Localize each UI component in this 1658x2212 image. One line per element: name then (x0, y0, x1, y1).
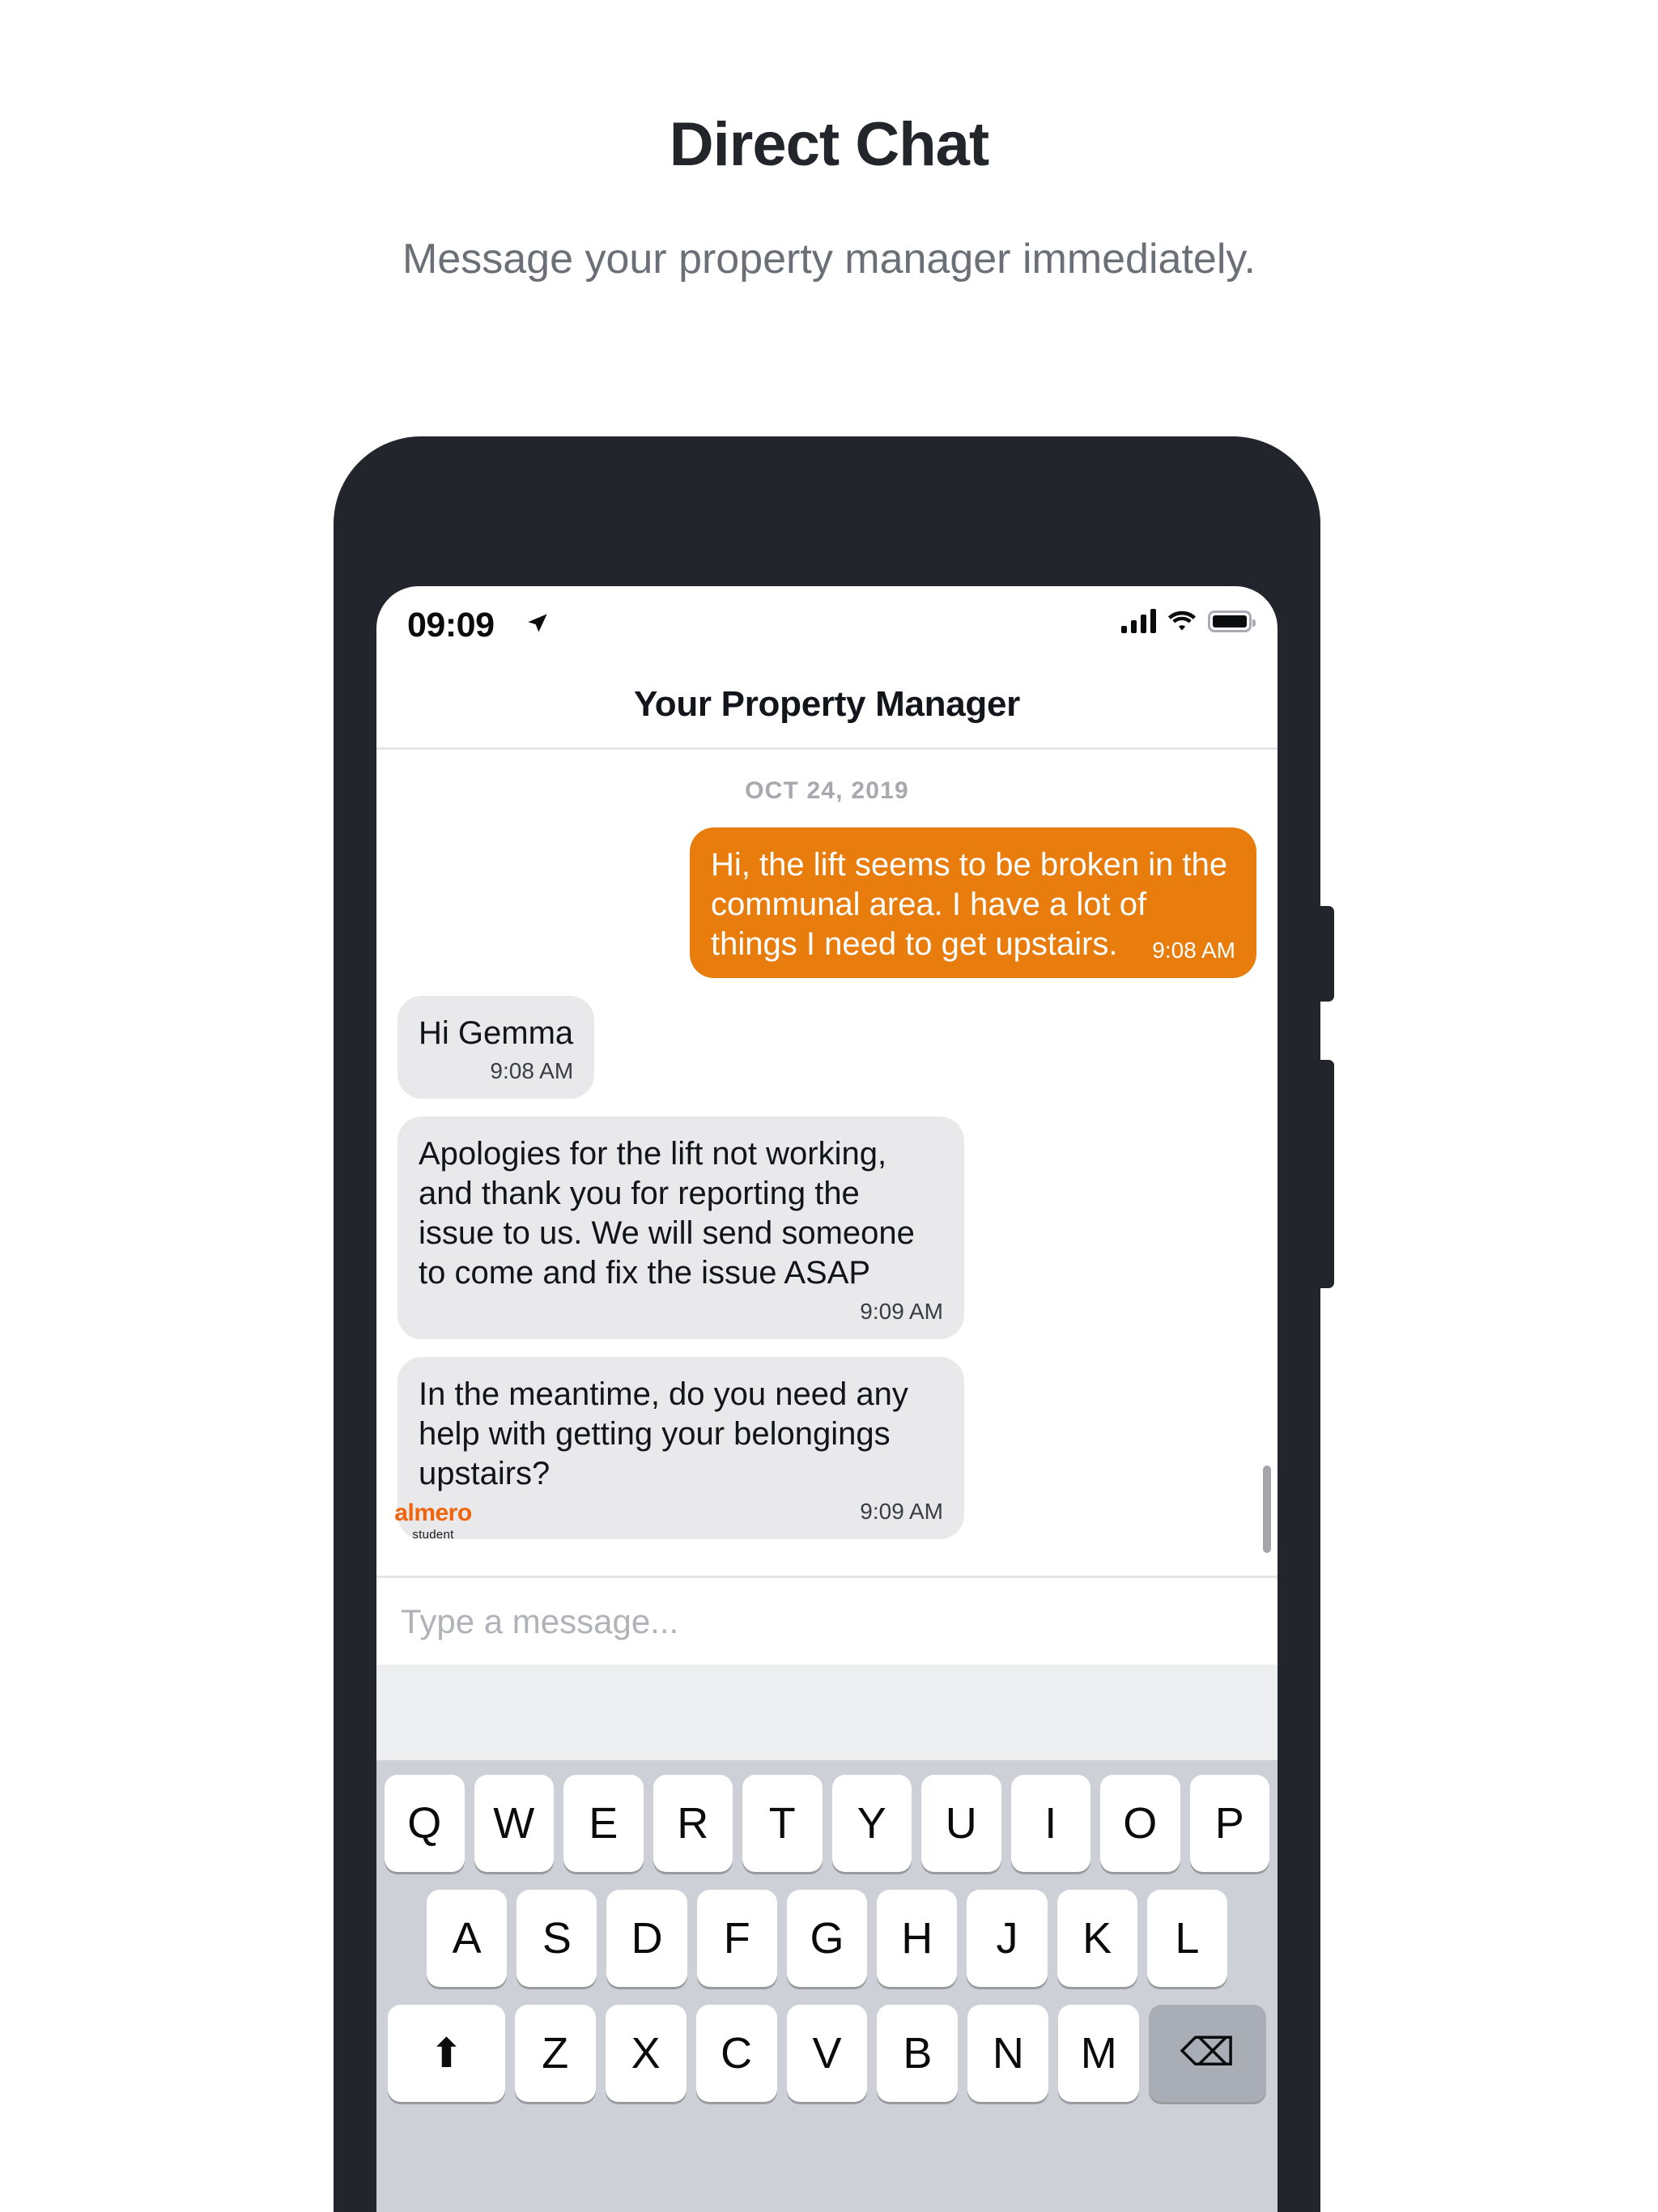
key-g[interactable]: G (786, 1890, 868, 1987)
keyboard-row-middle: A S D F G H J K L (385, 1890, 1269, 1987)
key-s[interactable]: S (517, 1890, 597, 1987)
cellular-signal-icon (1121, 609, 1156, 633)
key-v[interactable]: V (786, 2005, 868, 2102)
phone-power-button[interactable] (1320, 1060, 1334, 1288)
key-n[interactable]: N (967, 2005, 1049, 2102)
key-e[interactable]: E (563, 1775, 644, 1872)
phone-frame: 09:09 Your Property Manager OCT 24, 2019… (334, 436, 1334, 2212)
message-composer[interactable]: Type a message... (376, 1576, 1278, 1665)
backspace-icon: ⌫ (1180, 2031, 1235, 2074)
key-i[interactable]: I (1010, 1775, 1090, 1872)
conversation-list[interactable]: OCT 24, 2019 Hi, the lift seems to be br… (376, 750, 1278, 1576)
key-t[interactable]: T (742, 1775, 823, 1872)
message-input-placeholder[interactable]: Type a message... (401, 1602, 678, 1641)
message-bubble-incoming[interactable]: Apologies for the lift not working, and … (397, 1116, 964, 1339)
message-bubble-incoming[interactable]: Hi Gemma 9:08 AM (397, 995, 595, 1099)
key-m[interactable]: M (1058, 2005, 1140, 2102)
conversation-scrollbar[interactable] (1263, 1465, 1271, 1553)
message-row: In the meantime, do you need any help wi… (397, 1356, 1256, 1540)
key-u[interactable]: U (921, 1775, 1001, 1872)
battery-full-icon (1208, 610, 1256, 632)
phone-volume-button[interactable] (1320, 906, 1334, 1002)
backspace-key[interactable]: ⌫ (1149, 2005, 1267, 2102)
key-y[interactable]: Y (831, 1775, 912, 1872)
shift-key[interactable]: ⬆ (387, 2005, 505, 2102)
page-title: Direct Chat (669, 110, 989, 179)
key-p[interactable]: P (1189, 1775, 1269, 1872)
key-h[interactable]: H (877, 1890, 958, 1987)
chat-header: Your Property Manager (376, 661, 1278, 750)
key-a[interactable]: A (427, 1890, 508, 1987)
key-b[interactable]: B (877, 2005, 959, 2102)
key-f[interactable]: F (696, 1890, 777, 1987)
phone-screen: 09:09 Your Property Manager OCT 24, 2019… (376, 586, 1278, 2212)
shift-arrow-icon: ⬆ (429, 2031, 464, 2076)
key-r[interactable]: R (653, 1775, 733, 1872)
status-bar-time: 09:09 (407, 606, 495, 644)
on-screen-keyboard[interactable]: Q W E R T Y U I O P A S D F G H J K L ⬆ … (376, 1760, 1278, 2212)
message-text: Hi Gemma (419, 1015, 574, 1051)
key-o[interactable]: O (1100, 1775, 1180, 1872)
keyboard-suggestion-bar[interactable] (376, 1665, 1278, 1760)
page-subtitle: Message your property manager immediatel… (402, 236, 1256, 283)
key-c[interactable]: C (695, 2005, 777, 2102)
message-timestamp: 9:08 AM (490, 1057, 574, 1083)
key-d[interactable]: D (606, 1890, 687, 1987)
keyboard-row-bottom: ⬆ Z X C V B N M ⌫ (385, 2005, 1269, 2102)
key-j[interactable]: J (967, 1890, 1048, 1987)
key-z[interactable]: Z (514, 2005, 596, 2102)
key-x[interactable]: X (605, 2005, 687, 2102)
keyboard-row-top: Q W E R T Y U I O P (385, 1775, 1269, 1872)
date-divider: OCT 24, 2019 (745, 777, 909, 804)
location-arrow-icon (528, 614, 547, 632)
message-timestamp: 9:09 AM (860, 1298, 943, 1324)
message-text: In the meantime, do you need any help wi… (419, 1376, 908, 1491)
key-w[interactable]: W (474, 1775, 554, 1872)
message-bubble-outgoing[interactable]: Hi, the lift seems to be broken in the c… (690, 827, 1256, 978)
message-row: Hi Gemma 9:08 AM (397, 995, 1256, 1099)
message-row: Apologies for the lift not working, and … (397, 1116, 1256, 1339)
message-timestamp: 9:09 AM (860, 1499, 943, 1525)
message-bubble-incoming[interactable]: In the meantime, do you need any help wi… (397, 1356, 964, 1540)
message-row: Hi, the lift seems to be broken in the c… (397, 827, 1256, 978)
wifi-icon (1167, 610, 1196, 631)
status-bar: 09:09 (376, 586, 1278, 661)
key-k[interactable]: K (1056, 1890, 1137, 1987)
key-l[interactable]: L (1146, 1890, 1227, 1987)
message-text: Apologies for the lift not working, and … (419, 1135, 915, 1291)
chat-header-title: Your Property Manager (634, 683, 1020, 724)
screenshot-root: Direct Chat Message your property manage… (0, 0, 1658, 2212)
key-q[interactable]: Q (385, 1775, 465, 1872)
status-bar-indicators (1121, 609, 1256, 633)
